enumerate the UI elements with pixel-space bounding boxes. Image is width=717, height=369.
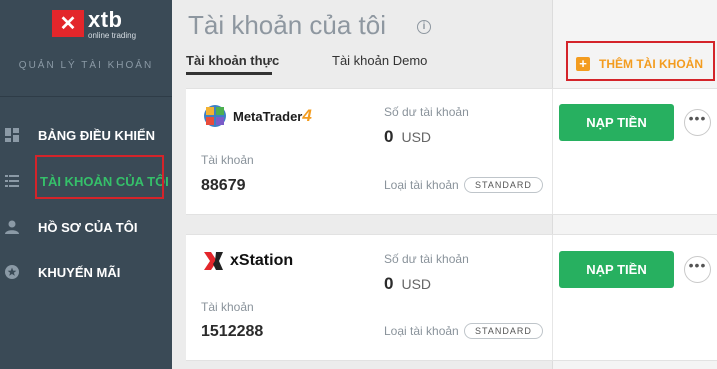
platform-xstation: xStation — [202, 249, 293, 273]
highlight-box — [35, 155, 164, 199]
sidebar-item-label: HỒ SƠ CỦA TÔI — [38, 219, 138, 235]
balance-amount: 0 USD — [384, 274, 432, 293]
more-options-button[interactable]: ••• — [684, 109, 711, 136]
account-card: xStation Tài khoản 1512288 Số dư tài kho… — [186, 234, 717, 361]
sidebar-item-promotions[interactable]: KHUYẾN MÃI — [0, 252, 172, 292]
account-label: Tài khoản — [201, 300, 254, 314]
account-card: MetaTrader4 Tài khoản 88679 Số dư tài kh… — [186, 88, 717, 215]
balance-currency: USD — [401, 129, 432, 145]
xstation-icon — [204, 252, 223, 270]
account-label: Tài khoản — [201, 153, 254, 167]
tab-real-accounts[interactable]: Tài khoản thực — [186, 53, 279, 68]
xtb-logo[interactable]: ✕ xtb online trading — [52, 7, 137, 40]
tab-underline — [186, 72, 272, 75]
platform-name: xStation — [230, 252, 294, 269]
info-icon[interactable]: i — [417, 20, 431, 34]
balance-label: Số dư tài khoản — [384, 105, 469, 119]
balance-label: Số dư tài khoản — [384, 252, 469, 266]
highlight-box — [566, 41, 715, 81]
logo-mark: ✕ — [52, 10, 84, 37]
star-icon — [5, 265, 19, 279]
deposit-button[interactable]: NẠP TIỀN — [559, 104, 674, 141]
account-type-badge: STANDARD — [464, 177, 543, 193]
platform-name: MetaTrader4 — [233, 106, 312, 125]
account-type-badge: STANDARD — [464, 323, 543, 339]
divider — [0, 96, 172, 97]
more-options-button[interactable]: ••• — [684, 256, 711, 283]
sidebar-item-label: KHUYẾN MÃI — [38, 264, 121, 280]
balance-currency: USD — [401, 276, 432, 292]
user-icon — [5, 220, 19, 234]
section-title: QUẢN LÝ TÀI KHOẢN — [18, 60, 154, 71]
deposit-button[interactable]: NẠP TIỀN — [559, 251, 674, 288]
sidebar-item-label: BẢNG ĐIỀU KHIỂN — [38, 127, 156, 143]
dashboard-icon — [5, 128, 19, 142]
account-number: 1512288 — [201, 323, 264, 340]
metatrader-icon — [204, 105, 226, 127]
account-type-label: Loại tài khoản — [384, 324, 459, 338]
sidebar: ✕ xtb online trading QUẢN LÝ TÀI KHOẢN B… — [0, 0, 172, 369]
account-number: 88679 — [201, 177, 246, 194]
brand-name: xtb — [88, 7, 123, 32]
sidebar-item-dashboard[interactable]: BẢNG ĐIỀU KHIỂN — [0, 115, 172, 155]
account-type-label: Loại tài khoản — [384, 178, 459, 192]
brand-tagline: online trading — [88, 31, 137, 40]
page-title: Tài khoản của tôi — [188, 10, 387, 40]
tab-demo-accounts[interactable]: Tài khoản Demo — [332, 53, 427, 68]
balance-amount: 0 USD — [384, 127, 432, 146]
sidebar-item-profile[interactable]: HỒ SƠ CỦA TÔI — [0, 207, 172, 247]
list-icon — [5, 175, 19, 187]
platform-metatrader: MetaTrader4 — [202, 103, 312, 129]
